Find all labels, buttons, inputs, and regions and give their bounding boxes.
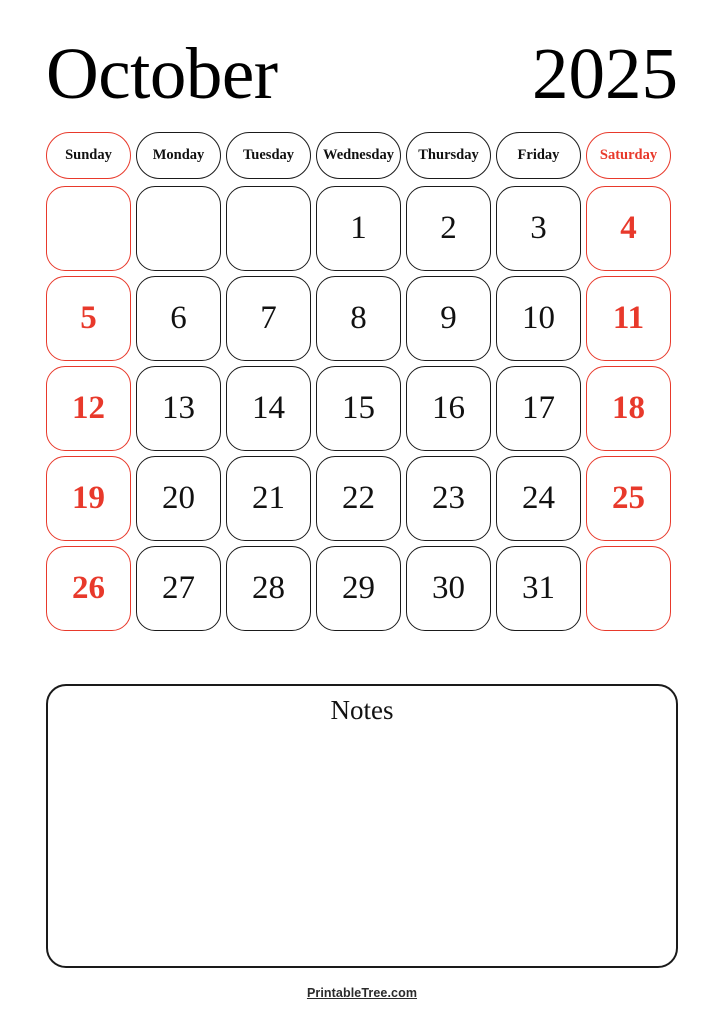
day-number: 31	[522, 570, 555, 606]
day-cell[interactable]: 12	[46, 366, 131, 451]
weekday-header-thursday: Thursday	[406, 132, 491, 179]
day-cell[interactable]: 22	[316, 456, 401, 541]
weekday-header-saturday: Saturday	[586, 132, 671, 179]
day-cell[interactable]: 29	[316, 546, 401, 631]
weekday-header-sunday: Sunday	[46, 132, 131, 179]
weekday-header-tuesday: Tuesday	[226, 132, 311, 179]
day-cell[interactable]: 26	[46, 546, 131, 631]
day-cell[interactable]: 2	[406, 186, 491, 271]
day-cell[interactable]: 1	[316, 186, 401, 271]
day-cell[interactable]: 24	[496, 456, 581, 541]
day-number: 30	[432, 570, 465, 606]
weekday-header-label: Friday	[517, 147, 560, 163]
day-number: 6	[170, 300, 187, 336]
day-number: 29	[342, 570, 375, 606]
day-number: 26	[72, 570, 105, 606]
day-cell[interactable]	[586, 546, 671, 631]
weekday-header-row: Sunday Monday Tuesday Wednesday Thursday…	[46, 132, 678, 179]
calendar-week-row: 26 27 28 29 30 31	[46, 546, 678, 631]
day-cell[interactable]: 7	[226, 276, 311, 361]
day-number: 12	[72, 390, 105, 426]
year-label: 2025	[532, 33, 678, 114]
day-cell[interactable]: 20	[136, 456, 221, 541]
day-number: 23	[432, 480, 465, 516]
day-number: 17	[522, 390, 555, 426]
day-number: 4	[620, 210, 637, 246]
day-number: 13	[162, 390, 195, 426]
day-cell[interactable]: 9	[406, 276, 491, 361]
weekday-header-label: Tuesday	[242, 147, 295, 163]
day-cell[interactable]	[226, 186, 311, 271]
day-cell[interactable]: 16	[406, 366, 491, 451]
calendar-week-row: 5 6 7 8 9 10 11	[46, 276, 678, 361]
day-cell[interactable]: 28	[226, 546, 311, 631]
day-cell[interactable]: 14	[226, 366, 311, 451]
day-number: 14	[252, 390, 285, 426]
day-number: 18	[612, 390, 645, 426]
calendar-grid: Sunday Monday Tuesday Wednesday Thursday…	[46, 132, 678, 631]
weekday-header-label: Monday	[152, 147, 205, 163]
day-number: 21	[252, 480, 285, 516]
day-number: 9	[440, 300, 457, 336]
day-cell[interactable]: 19	[46, 456, 131, 541]
day-cell[interactable]: 5	[46, 276, 131, 361]
day-cell[interactable]: 30	[406, 546, 491, 631]
day-number: 2	[440, 210, 457, 246]
weekday-header-monday: Monday	[136, 132, 221, 179]
footer: PrintableTree.com	[0, 984, 724, 1002]
day-number: 11	[612, 300, 645, 336]
day-number: 5	[80, 300, 97, 336]
day-number: 28	[252, 570, 285, 606]
weekday-header-label: Wednesday	[323, 147, 394, 163]
weekday-header-label: Thursday	[418, 147, 479, 163]
day-cell[interactable]: 11	[586, 276, 671, 361]
site-brand-link[interactable]: PrintableTree.com	[307, 986, 417, 1000]
day-cell[interactable]	[136, 186, 221, 271]
day-number: 1	[350, 210, 367, 246]
notes-title: Notes	[330, 695, 394, 725]
day-cell[interactable]: 31	[496, 546, 581, 631]
day-cell[interactable]: 18	[586, 366, 671, 451]
day-number: 25	[612, 480, 645, 516]
day-cell[interactable]: 6	[136, 276, 221, 361]
day-cell[interactable]	[46, 186, 131, 271]
day-number: 3	[530, 210, 547, 246]
day-number: 15	[342, 390, 375, 426]
day-number: 10	[522, 300, 555, 336]
calendar-week-row: 19 20 21 22 23 24 25	[46, 456, 678, 541]
day-number: 20	[162, 480, 195, 516]
calendar-title: October 2025	[46, 36, 678, 112]
day-cell[interactable]: 10	[496, 276, 581, 361]
day-number: 22	[342, 480, 375, 516]
weekday-header-label: Sunday	[65, 147, 112, 163]
calendar-week-row: 12 13 14 15 16 17 18	[46, 366, 678, 451]
day-cell[interactable]: 25	[586, 456, 671, 541]
day-cell[interactable]: 15	[316, 366, 401, 451]
day-number: 7	[260, 300, 277, 336]
day-cell[interactable]: 27	[136, 546, 221, 631]
day-number: 16	[432, 390, 465, 426]
day-cell[interactable]: 17	[496, 366, 581, 451]
day-cell[interactable]: 3	[496, 186, 581, 271]
day-number: 27	[162, 570, 195, 606]
month-label: October	[46, 33, 278, 114]
day-number: 24	[522, 480, 555, 516]
calendar-page: October 2025 Sunday Monday Tuesday Wedne…	[0, 0, 724, 1024]
notes-box[interactable]: Notes	[46, 684, 678, 968]
weekday-header-wednesday: Wednesday	[316, 132, 401, 179]
day-cell[interactable]: 4	[586, 186, 671, 271]
calendar-week-row: 1 2 3 4	[46, 186, 678, 271]
day-cell[interactable]: 21	[226, 456, 311, 541]
weekday-header-friday: Friday	[496, 132, 581, 179]
day-number: 19	[72, 480, 105, 516]
weekday-header-label: Saturday	[599, 147, 658, 163]
day-number: 8	[350, 300, 367, 336]
day-cell[interactable]: 8	[316, 276, 401, 361]
day-cell[interactable]: 23	[406, 456, 491, 541]
day-cell[interactable]: 13	[136, 366, 221, 451]
